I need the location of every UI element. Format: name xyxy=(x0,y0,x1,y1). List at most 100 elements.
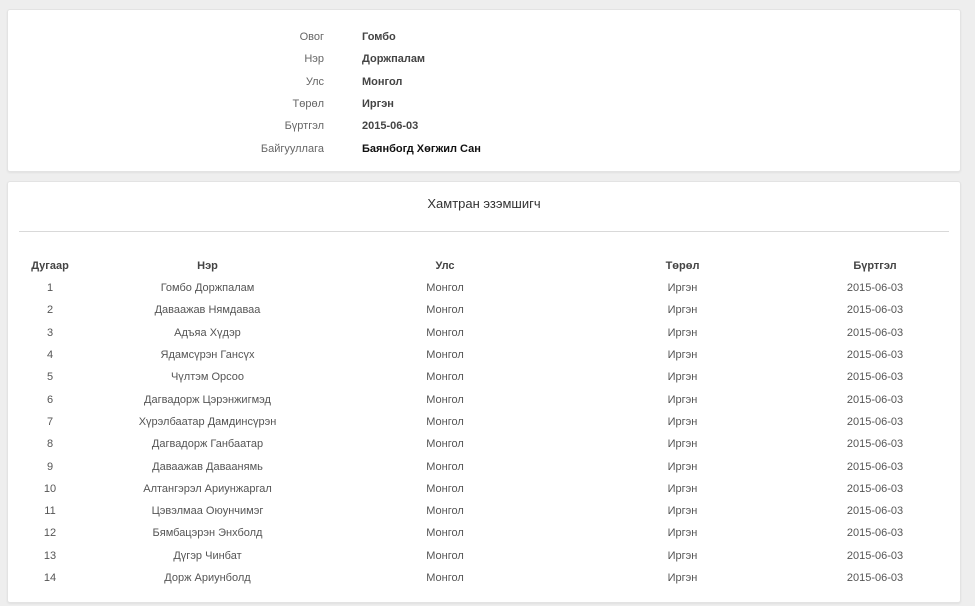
cell-number: 1 xyxy=(46,282,54,295)
cell-name: Бямбацэрэн Энхболд xyxy=(152,527,263,540)
cell-type: Иргэн xyxy=(667,415,698,428)
table-row: 10 Алтангэрэл Ариунжаргал Монгол Иргэн 2015-… xyxy=(20,478,940,500)
section-title: Хамтран эзэмшигч xyxy=(427,196,541,211)
cell-type: Иргэн xyxy=(667,438,698,451)
info-value: Гомбо xyxy=(362,31,396,43)
cell-type: Иргэн xyxy=(667,460,698,473)
cell-registration: 2015-06-03 xyxy=(846,460,904,473)
cell-country: Монгол xyxy=(426,415,464,428)
cell-type: Иргэн xyxy=(667,304,698,317)
info-row-organization: Байгууллага Баянбогд Хөгжил Сан xyxy=(8,138,960,160)
cell-country: Монгол xyxy=(426,460,464,473)
cell-number: 12 xyxy=(43,527,57,540)
table-row: 3 Адъяа Хүдэр Монгол Иргэн 2015-06-03 xyxy=(20,322,940,344)
cell-country: Монгол xyxy=(426,527,464,540)
cell-registration: 2015-06-03 xyxy=(846,326,904,339)
table-row: 6 Дагвадорж Цэрэнжигмэд Монгол Иргэн 2015-06… xyxy=(20,388,940,410)
cell-registration: 2015-06-03 xyxy=(846,505,904,518)
cell-country: Монгол xyxy=(426,482,464,495)
cell-registration: 2015-06-03 xyxy=(846,415,904,428)
cell-registration: 2015-06-03 xyxy=(846,438,904,451)
cell-number: 4 xyxy=(46,349,54,362)
cell-type: Иргэн xyxy=(667,482,698,495)
cell-registration: 2015-06-03 xyxy=(846,349,904,362)
cell-number: 6 xyxy=(46,393,54,406)
info-value: Баянбогд Хөгжил Сан xyxy=(362,143,481,155)
cell-country: Монгол xyxy=(426,326,464,339)
info-row-registration: Бүртгэл 2015-06-03 xyxy=(8,115,960,137)
cell-type: Иргэн xyxy=(667,282,698,295)
co-owners-table: Дугаар Нэр Улс Төрөл Бүртгэл 1 Гомбо Дорж… xyxy=(20,255,940,589)
table-row: 8 Дагвадорж Ганбаатар Монгол Иргэн 2015-06-0… xyxy=(20,433,940,455)
cell-registration: 2015-06-03 xyxy=(846,282,904,295)
cell-registration: 2015-06-03 xyxy=(846,393,904,406)
cell-number: 7 xyxy=(46,415,54,428)
info-value: Монгол xyxy=(362,76,403,88)
table-row: 14 Дорж Ариунболд Монгол Иргэн 2015-06-03 xyxy=(20,567,940,589)
column-header-name: Нэр xyxy=(197,260,218,272)
cell-type: Иргэн xyxy=(667,371,698,384)
cell-number: 13 xyxy=(43,549,57,562)
cell-country: Монгол xyxy=(426,438,464,451)
cell-registration: 2015-06-03 xyxy=(846,482,904,495)
cell-type: Иргэн xyxy=(667,572,698,584)
cell-number: 14 xyxy=(43,572,57,584)
info-row-type: Төрөл Иргэн xyxy=(8,93,960,115)
cell-country: Монгол xyxy=(426,349,464,362)
cell-number: 5 xyxy=(46,371,54,384)
cell-type: Иргэн xyxy=(667,326,698,339)
cell-type: Иргэн xyxy=(667,349,698,362)
table-row: 4 Ядамсүрэн Гансүх Монгол Иргэн 2015-06-03 xyxy=(20,344,940,366)
cell-number: 2 xyxy=(46,304,54,317)
table-row: 5 Чүлтэм Орсоо Монгол Иргэн 2015-06-03 xyxy=(20,366,940,388)
cell-type: Иргэн xyxy=(667,505,698,518)
cell-country: Монгол xyxy=(426,304,464,317)
cell-registration: 2015-06-03 xyxy=(846,527,904,540)
column-header-registration: Бүртгэл xyxy=(853,260,897,272)
table-row: 7 Хүрэлбаатар Дамдинсүрэн Монгол Иргэн 2015-… xyxy=(20,411,940,433)
cell-name: Гомбо Доржпалам xyxy=(160,282,255,295)
divider xyxy=(19,231,949,232)
cell-type: Иргэн xyxy=(667,549,698,562)
cell-country: Монгол xyxy=(426,282,464,295)
cell-number: 8 xyxy=(46,438,54,451)
cell-number: 9 xyxy=(46,460,54,473)
cell-registration: 2015-06-03 xyxy=(846,572,904,584)
cell-name: Чүлтэм Орсоо xyxy=(170,371,245,384)
cell-number: 3 xyxy=(46,326,54,339)
column-header-number: Дугаар xyxy=(31,260,69,272)
info-label: Байгууллага xyxy=(260,143,324,155)
cell-country: Монгол xyxy=(426,549,464,562)
co-owners-card: Хамтран эзэмшигч Дугаар Нэр Улс Төрөл Бү… xyxy=(7,181,961,603)
cell-name: Дагвадорж Цэрэнжигмэд xyxy=(144,393,271,406)
cell-name: Ядамсүрэн Гансүх xyxy=(160,349,255,362)
cell-name: Дүгэр Чинбат xyxy=(173,549,242,562)
cell-name: Хүрэлбаатар Дамдинсүрэн xyxy=(138,415,277,428)
table-row: 13 Дүгэр Чинбат Монгол Иргэн 2015-06-03 xyxy=(20,545,940,567)
info-label: Нэр xyxy=(304,53,324,65)
cell-number: 11 xyxy=(44,505,56,518)
cell-registration: 2015-06-03 xyxy=(846,304,904,317)
cell-number: 10 xyxy=(43,482,57,495)
cell-name: Даваажав Даваанямь xyxy=(152,460,263,473)
cell-name: Цэвэлмаа Оюунчимэг xyxy=(151,505,264,518)
column-header-country: Улс xyxy=(435,260,455,272)
table-row: 1 Гомбо Доржпалам Монгол Иргэн 2015-06-03 xyxy=(20,277,940,299)
cell-country: Монгол xyxy=(426,393,464,406)
owner-info-card: Овог Гомбо Нэр Доржпалам Улс Монгол Төрө… xyxy=(7,9,961,172)
info-label: Улс xyxy=(305,76,324,88)
cell-country: Монгол xyxy=(426,505,464,518)
info-label: Овог xyxy=(299,31,324,43)
table-row: 2 Даваажав Нямдаваа Монгол Иргэн 2015-06-03 xyxy=(20,299,940,321)
cell-type: Иргэн xyxy=(667,393,698,406)
table-row: 9 Даваажав Даваанямь Монгол Иргэн 2015-06-03 xyxy=(20,455,940,477)
table-row: 11 Цэвэлмаа Оюунчимэг Монгол Иргэн 2015-06-0… xyxy=(20,500,940,522)
info-row-name: Нэр Доржпалам xyxy=(8,48,960,70)
table-header-row: Дугаар Нэр Улс Төрөл Бүртгэл xyxy=(20,255,940,277)
cell-name: Дагвадорж Ганбаатар xyxy=(151,438,264,451)
cell-country: Монгол xyxy=(426,371,464,384)
cell-name: Алтангэрэл Ариунжаргал xyxy=(143,482,272,495)
info-value: 2015-06-03 xyxy=(362,120,419,132)
table-row: 12 Бямбацэрэн Энхболд Монгол Иргэн 2015-06-0… xyxy=(20,522,940,544)
info-row-country: Улс Монгол xyxy=(8,71,960,93)
